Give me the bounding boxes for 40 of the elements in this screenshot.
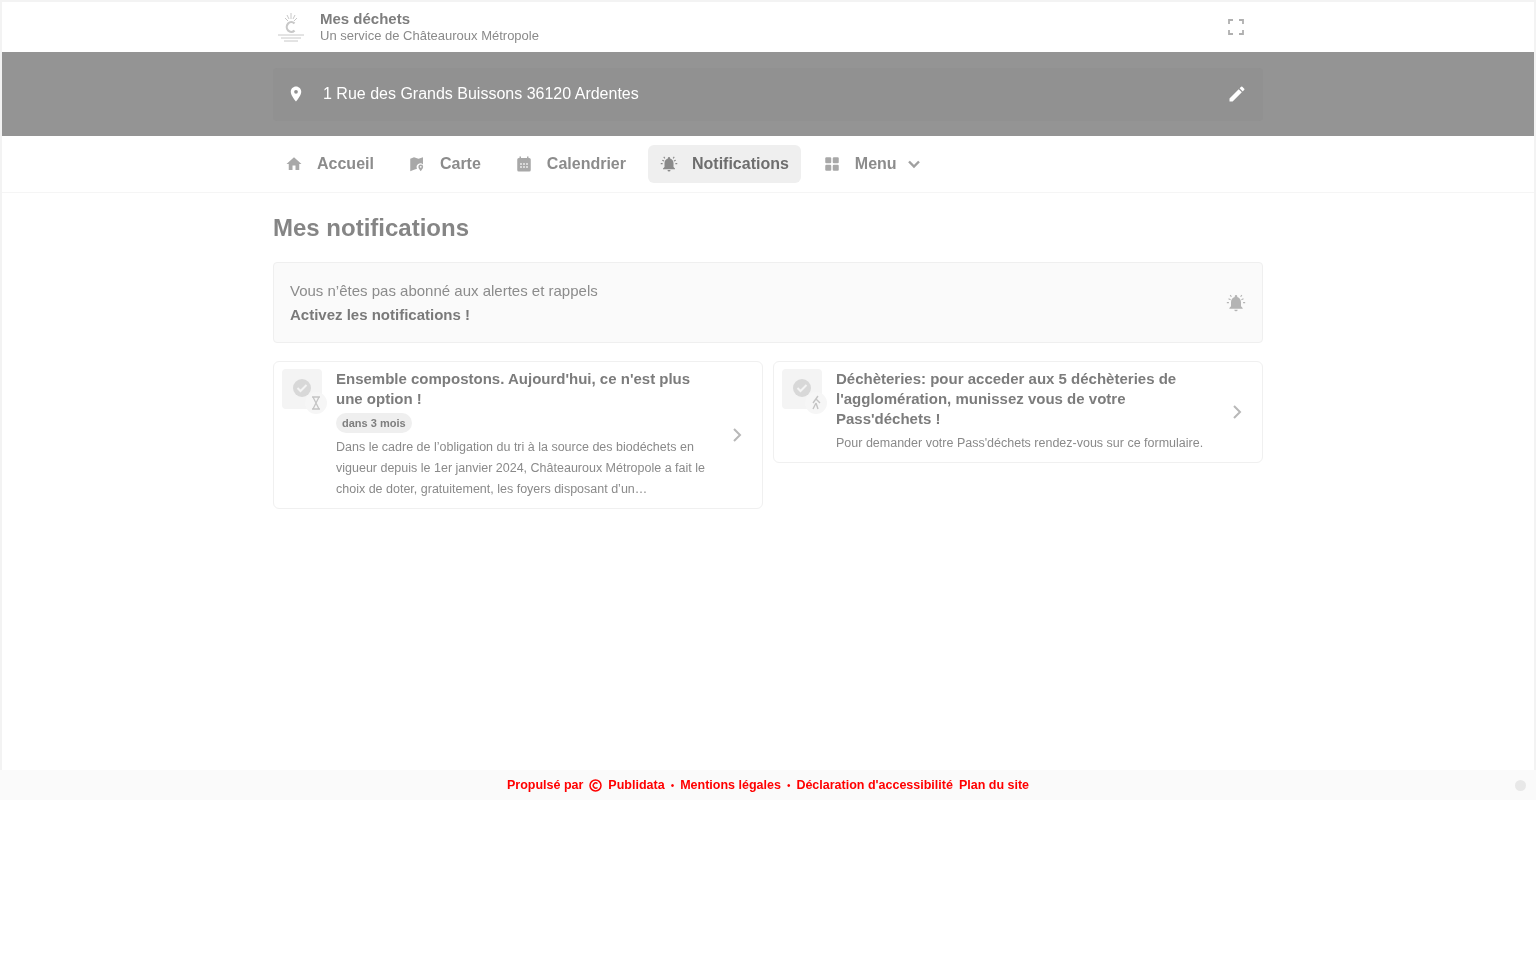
pencil-icon — [1227, 84, 1247, 104]
notification-card[interactable] — [273, 361, 763, 509]
footer-link[interactable]: Déclaration d'accessibilité — [796, 778, 953, 792]
page-title: Mes notifications — [273, 213, 471, 243]
enable-notifications-link[interactable]: Activez les notifications ! — [290, 304, 471, 325]
map-pin-icon — [407, 155, 426, 173]
bell-ringing-icon — [1226, 292, 1246, 313]
fullscreen-icon — [1227, 18, 1245, 36]
footer-text: Propulsé par — [506, 778, 584, 792]
footer-link[interactable]: Plan du site — [958, 778, 1030, 792]
notification-text: Pour demander votre Pass'déchets rendez-vous sur ce formulaire. — [836, 435, 1204, 452]
footer-link[interactable]: Publidata — [608, 778, 665, 792]
check-circle-icon — [282, 369, 328, 415]
chevron-right-icon — [730, 426, 744, 443]
grid-icon — [822, 155, 841, 173]
nav-tab[interactable]: Carte — [395, 145, 493, 183]
calendar-icon — [514, 155, 533, 173]
menu-dropdown[interactable]: Menu — [810, 145, 933, 183]
app-title: Mes déchets — [320, 10, 411, 28]
home-icon — [285, 155, 303, 173]
app-subtitle: Un service de Châteauroux Métropole — [320, 28, 539, 44]
footer-link[interactable]: Mentions légales — [680, 778, 781, 792]
notification-text: Dans le cadre de l’obligation du tri à la source des biodéchets en vigueur depuis le 1er janvier 2024, Châteauroux Métropole a fait le choix de doter, gratuitement, les foyers disposant d’un… — [336, 439, 706, 498]
time-tag: dans 3 mois — [336, 413, 412, 433]
notification-title: Ensemble compostons. Aujourd'hui, ce n'est plus une option ! — [336, 369, 692, 409]
bell-ringing-icon — [659, 155, 678, 173]
logo-icon — [276, 11, 306, 43]
alert-message: Vous n’êtes pas abonné aux alertes et rappels — [290, 280, 598, 301]
notification-card[interactable]: Déchèteries: pour acceder aux 5 déchèteries de l'agglomération, munissez vous de votre Pass'déchets ! Pour demander votre Pass'déchets rendez-vous sur ce formulaire. — [773, 361, 1263, 463]
logo-icon — [589, 778, 603, 792]
nav-tab[interactable]: Accueil — [273, 145, 386, 183]
address-text: 1 Rue des Grands Buissons 36120 Ardentes — [323, 85, 640, 103]
chevron-right-icon — [1230, 403, 1244, 420]
address-bar[interactable]: 1 Rue des Grands Buissons 36120 Ardentes — [273, 67, 1263, 121]
check-circle-icon — [782, 369, 828, 415]
nav-tab[interactable]: Calendrier — [502, 145, 638, 183]
notification-title: Déchèteries: pour acceder aux 5 déchèteries de l'agglomération, munissez vous de votre Pass'déchets ! — [836, 369, 1178, 429]
footer-separator: • — [786, 779, 791, 791]
nav-tab[interactable]: Notifications — [647, 145, 801, 183]
footer-separator: • — [670, 779, 675, 791]
